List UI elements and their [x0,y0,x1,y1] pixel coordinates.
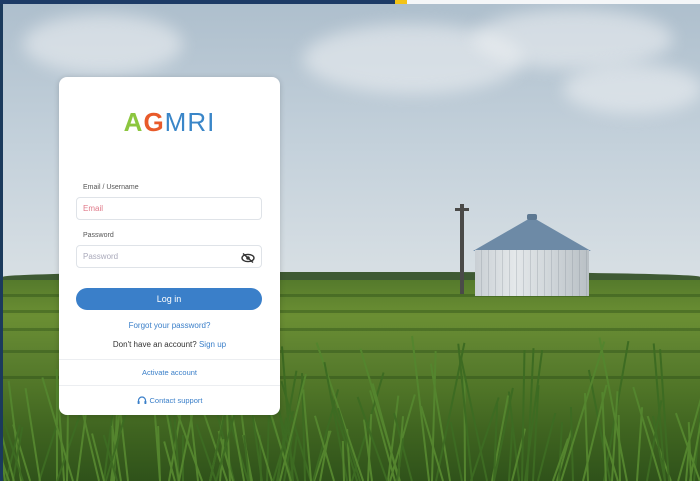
divider [59,385,280,386]
forgot-password-link[interactable]: Forgot your password? [59,321,280,330]
logo-text-mri: MRI [164,107,216,137]
activate-account-link[interactable]: Activate account [59,368,280,377]
logo-letter-a: A [123,107,144,137]
silo-cap [527,214,537,220]
cloud [473,9,673,69]
logo-letter-g: G [143,107,165,137]
agmri-logo: AGMRI [59,107,280,137]
login-card: AGMRI Email / Username Password Log in F… [59,77,280,415]
contact-support-link[interactable]: Contact support [59,396,280,405]
password-label: Password [83,232,114,239]
cloud [23,14,183,74]
eye-slash-icon[interactable] [241,250,255,264]
headset-icon [137,396,150,405]
signup-prompt: Don't have an account? Sign up [59,340,280,349]
cloud [563,64,700,114]
email-label: Email / Username [83,184,139,191]
sign-up-link[interactable]: Sign up [199,340,226,349]
divider [59,359,280,360]
email-field[interactable] [76,197,262,220]
silo-ribs [475,250,589,296]
password-field[interactable] [76,245,262,268]
utility-pole-arm [455,208,469,211]
login-button[interactable]: Log in [76,288,262,310]
silo-roof [473,217,591,251]
contact-support-label: Contact support [149,396,203,405]
utility-pole [460,204,464,294]
no-account-text: Don't have an account? [112,340,197,349]
